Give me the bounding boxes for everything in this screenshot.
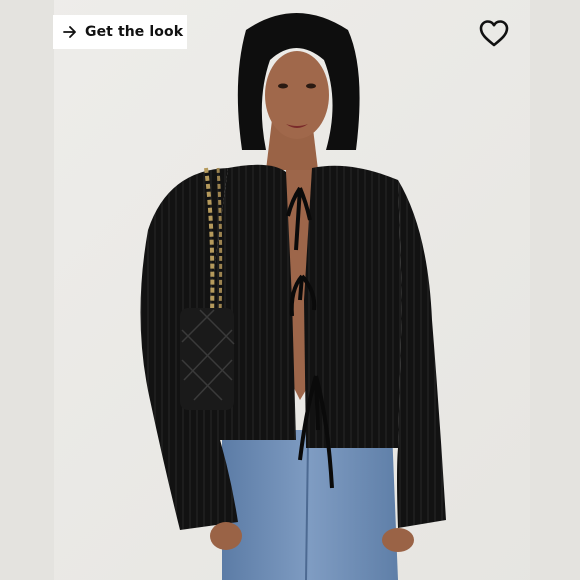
- face: [265, 51, 329, 139]
- eye: [306, 83, 316, 89]
- get-the-look-button[interactable]: Get the look: [53, 15, 187, 49]
- left-hand: [210, 522, 242, 550]
- eye: [278, 83, 288, 89]
- left-backdrop-panel: [0, 0, 54, 580]
- get-the-look-label: Get the look: [85, 24, 184, 40]
- jeans: [222, 430, 398, 580]
- right-hand: [382, 528, 414, 552]
- product-photo: [0, 0, 580, 580]
- arrow-right-icon: [63, 26, 76, 38]
- quilted-bag: [180, 308, 234, 410]
- heart-icon[interactable]: [478, 18, 510, 48]
- right-backdrop-panel: [530, 0, 580, 580]
